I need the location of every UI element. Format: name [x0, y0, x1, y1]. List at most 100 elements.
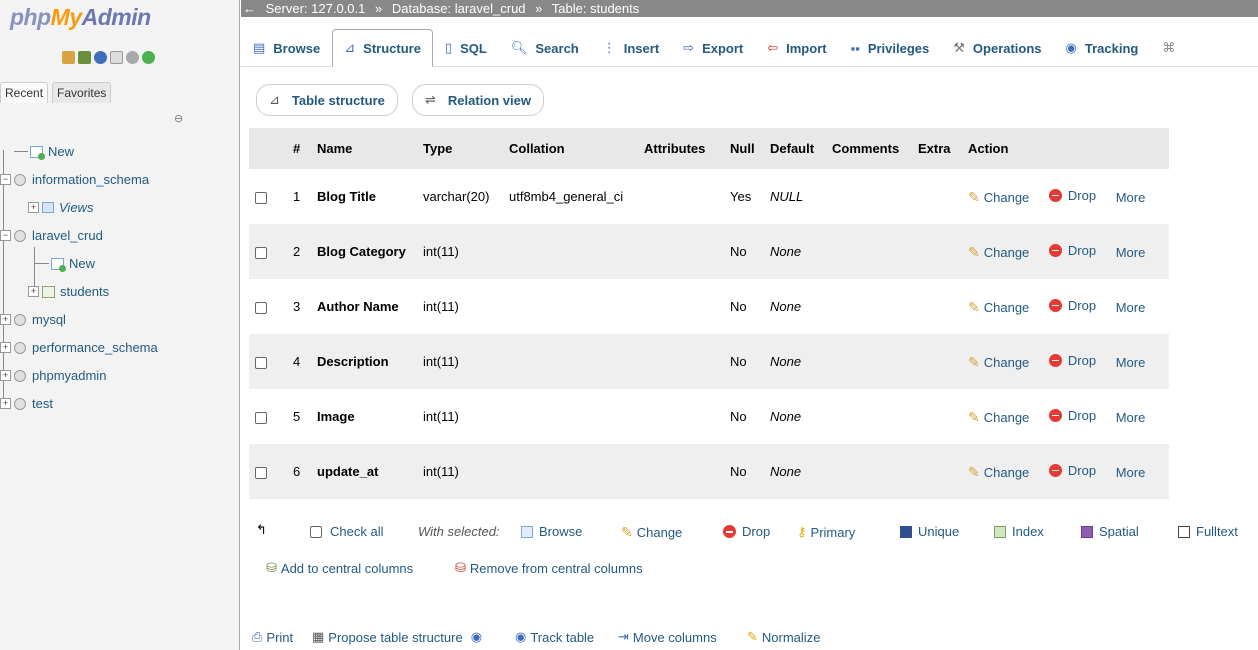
add-central-columns-button[interactable]: ⛁ Add to central columns: [266, 560, 413, 576]
drop-button[interactable]: Drop: [1048, 408, 1096, 423]
tab-operations[interactable]: ⚒ Operations: [941, 29, 1053, 67]
move-columns-icon: ⇥: [618, 629, 629, 644]
bulk-fulltext-button[interactable]: Fulltext: [1178, 524, 1238, 539]
drop-button[interactable]: Drop: [1048, 188, 1096, 203]
tree-item-views[interactable]: + Views: [28, 200, 93, 215]
change-button[interactable]: ✎ Change: [968, 189, 1029, 206]
drop-button[interactable]: Drop: [1048, 243, 1096, 258]
database-icon: [14, 341, 26, 354]
more-button[interactable]: More: [1116, 465, 1146, 480]
breadcrumb-table[interactable]: Table: students: [552, 1, 639, 16]
row-checkbox[interactable]: [255, 246, 267, 259]
print-link[interactable]: ⎙ Print: [252, 629, 293, 645]
subtab-relation-view[interactable]: ⇌ Relation view: [412, 84, 544, 116]
bulk-primary-button[interactable]: ⚷ Primary: [797, 524, 855, 540]
tab-favorites[interactable]: Favorites: [52, 82, 112, 103]
col-attributes: Attributes: [638, 128, 724, 169]
help-icon[interactable]: [94, 51, 107, 64]
expand-icon[interactable]: +: [0, 342, 11, 353]
tab-structure[interactable]: ⊿ Structure: [332, 29, 433, 67]
tab-browse[interactable]: ▤ Browse: [241, 29, 332, 67]
expand-icon[interactable]: +: [28, 202, 39, 213]
expand-icon[interactable]: +: [0, 314, 11, 325]
tab-import[interactable]: ⇦ Import: [755, 29, 838, 67]
more-button[interactable]: More: [1116, 190, 1146, 205]
row-checkbox[interactable]: [255, 356, 267, 369]
more-button[interactable]: More: [1116, 245, 1146, 260]
expand-icon[interactable]: +: [0, 398, 11, 409]
spatial-icon: [1081, 525, 1093, 538]
drop-button[interactable]: Drop: [1048, 353, 1096, 368]
breadcrumb-database[interactable]: Database: laravel_crud: [392, 1, 526, 16]
reload-icon[interactable]: [142, 51, 155, 64]
phpmyadmin-logo[interactable]: phpMyAdmin: [10, 4, 151, 31]
collapse-icon[interactable]: −: [0, 230, 11, 241]
tree-item-students[interactable]: + students: [28, 284, 109, 299]
bulk-browse-button[interactable]: Browse: [521, 524, 582, 539]
normalize-link[interactable]: ✎ Normalize: [747, 629, 820, 645]
more-button[interactable]: More: [1116, 300, 1146, 315]
tree-item-phpmyadmin[interactable]: + phpmyadmin: [0, 368, 106, 383]
tab-tracking[interactable]: ◉ Tracking: [1054, 29, 1151, 67]
drop-button[interactable]: Drop: [1048, 298, 1096, 313]
import-icon: ⇦: [767, 40, 779, 55]
subtab-table-structure[interactable]: ⊿ Table structure: [256, 84, 398, 116]
col-name: Name: [311, 128, 417, 169]
tree-item-test[interactable]: + test: [0, 396, 53, 411]
bulk-unique-button[interactable]: Unique: [900, 524, 959, 539]
check-all-checkbox[interactable]: [310, 525, 322, 538]
more-button[interactable]: More: [1116, 355, 1146, 370]
row-checkbox[interactable]: [255, 466, 267, 479]
normalize-icon: ✎: [747, 629, 758, 644]
check-all[interactable]: Check all: [310, 524, 383, 539]
select-arrow-icon: ↰: [256, 522, 267, 537]
pencil-icon: ✎: [968, 298, 980, 315]
logout-icon[interactable]: [78, 51, 91, 64]
home-icon[interactable]: [62, 51, 75, 64]
change-button[interactable]: ✎ Change: [968, 244, 1029, 261]
tab-insert[interactable]: ⋮ Insert: [591, 29, 671, 67]
expand-icon[interactable]: +: [28, 286, 39, 297]
docs-icon[interactable]: [110, 51, 123, 64]
drop-button[interactable]: Drop: [1048, 463, 1096, 478]
database-icon: [14, 173, 26, 186]
bulk-index-button[interactable]: Index: [994, 524, 1044, 539]
tab-triggers[interactable]: ⌘: [1150, 29, 1195, 67]
tab-search[interactable]: 🔍︎ Search: [499, 29, 591, 67]
bulk-change-button[interactable]: ✎ Change: [621, 524, 682, 541]
change-button[interactable]: ✎ Change: [968, 409, 1029, 426]
breadcrumb-server[interactable]: Server: 127.0.0.1: [266, 1, 366, 16]
bulk-spatial-button[interactable]: Spatial: [1081, 524, 1139, 539]
tab-privileges[interactable]: ▪▪ Privileges: [839, 29, 942, 67]
move-columns-link[interactable]: ⇥ Move columns: [618, 629, 717, 645]
more-button[interactable]: More: [1116, 410, 1146, 425]
track-table-link[interactable]: ◉ Track table: [515, 629, 594, 645]
tab-recent[interactable]: Recent: [0, 82, 49, 103]
change-button[interactable]: ✎ Change: [968, 354, 1029, 371]
link-with-main-panel-icon[interactable]: ⊖: [174, 112, 183, 125]
help-icon[interactable]: ◉: [471, 629, 482, 645]
tree-item-mysql[interactable]: + mysql: [0, 312, 66, 327]
settings-icon[interactable]: [126, 51, 139, 64]
change-button[interactable]: ✎ Change: [968, 299, 1029, 316]
tree-item-laravel-new[interactable]: New: [35, 256, 95, 272]
tab-sql[interactable]: ▯ SQL: [433, 29, 499, 67]
database-icon: [14, 313, 26, 326]
collapse-nav-icon[interactable]: ←: [243, 1, 256, 16]
row-checkbox[interactable]: [255, 301, 267, 314]
propose-structure-link[interactable]: ▦ Propose table structure ◉: [312, 629, 486, 645]
central-columns-remove-icon: ⛁: [455, 560, 466, 575]
remove-central-columns-button[interactable]: ⛁ Remove from central columns: [455, 560, 643, 576]
tree-item-new[interactable]: New: [14, 144, 74, 160]
expand-icon[interactable]: +: [0, 370, 11, 381]
row-checkbox[interactable]: [255, 191, 267, 204]
table-row: 4 Description int(11) No None ✎ Change Dr…: [249, 334, 1169, 389]
tree-item-performance-schema[interactable]: + performance_schema: [0, 340, 158, 355]
tree-item-laravel-crud[interactable]: − laravel_crud: [0, 228, 103, 243]
tab-export[interactable]: ⇨ Export: [671, 29, 755, 67]
change-button[interactable]: ✎ Change: [968, 464, 1029, 481]
row-checkbox[interactable]: [255, 411, 267, 424]
tree-item-information-schema[interactable]: − information_schema: [0, 172, 149, 187]
bulk-drop-button[interactable]: Drop: [723, 524, 770, 539]
collapse-icon[interactable]: −: [0, 174, 11, 185]
